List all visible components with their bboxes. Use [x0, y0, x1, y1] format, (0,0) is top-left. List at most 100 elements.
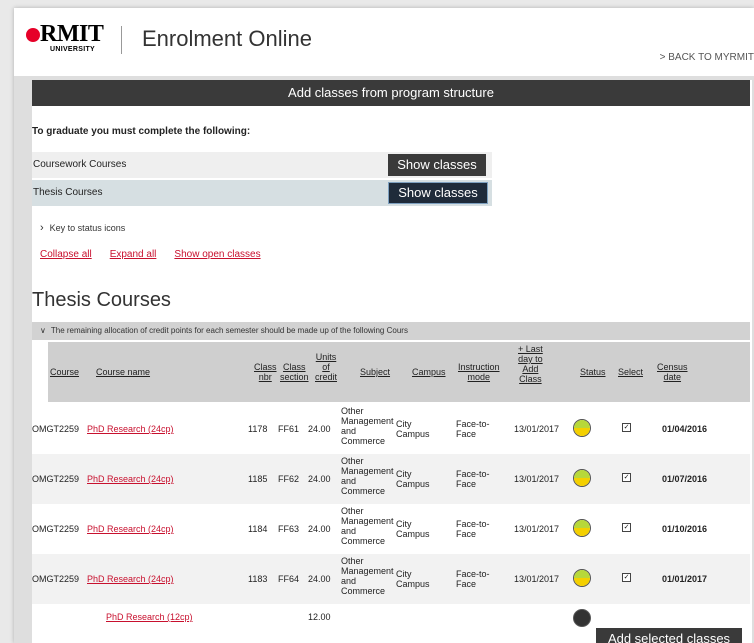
- collapse-all-link[interactable]: Collapse all: [40, 249, 92, 260]
- header-census-date[interactable]: Census date: [657, 362, 688, 382]
- status-open-icon: [573, 519, 591, 537]
- header-last-day[interactable]: + Last day to Add Class: [518, 344, 543, 384]
- header-line: Census: [657, 362, 688, 372]
- mode-line: Face: [456, 429, 477, 439]
- header-course[interactable]: Course: [50, 367, 79, 377]
- select-checkbox[interactable]: ✓: [622, 473, 631, 482]
- link-bar: Collapse all Expand all Show open classes: [40, 249, 279, 260]
- subject-line: Commerce: [341, 586, 386, 596]
- course-code: OMGT2259: [32, 474, 80, 484]
- campus: City Campus: [396, 469, 430, 489]
- course-name-link[interactable]: PhD Research (24cp): [87, 524, 174, 534]
- last-day-to-add: 13/01/2017: [514, 424, 560, 434]
- header-units[interactable]: Units of credit: [315, 352, 337, 382]
- header-class-section[interactable]: Class section: [280, 362, 309, 382]
- campus-line: Campus: [396, 529, 430, 539]
- subject-line: and: [341, 526, 357, 536]
- subject-line: Commerce: [341, 436, 386, 446]
- header-line: Class: [283, 362, 306, 372]
- class-nbr: 1185: [248, 474, 268, 484]
- subject: Other Management and Commerce: [341, 506, 394, 546]
- course-name-link[interactable]: PhD Research (24cp): [87, 574, 174, 584]
- units: 24.00: [308, 474, 331, 484]
- class-section: FF64: [278, 574, 300, 584]
- campus-line: Campus: [396, 429, 430, 439]
- header-instruction-mode[interactable]: Instruction mode: [458, 362, 500, 382]
- mode-line: Face: [456, 579, 477, 589]
- header-select[interactable]: Select: [618, 367, 643, 377]
- subject-line: Commerce: [341, 536, 386, 546]
- key-label: Key to status icons: [49, 223, 126, 233]
- main-content: Add classes from program structure To gr…: [32, 80, 752, 643]
- select-checkbox[interactable]: ✓: [622, 573, 631, 582]
- show-classes-button[interactable]: Show classes: [388, 154, 486, 176]
- logo-text: RMIT: [40, 21, 104, 47]
- class-nbr: 1183: [248, 574, 268, 584]
- header-subject[interactable]: Subject: [360, 367, 390, 377]
- header-line: Units: [315, 352, 337, 362]
- mode-line: Face-to-: [456, 419, 490, 429]
- key-to-status-icons[interactable]: › Key to status icons: [40, 222, 125, 234]
- class-nbr: 1184: [248, 524, 268, 534]
- header-line: Instruction: [458, 362, 500, 372]
- header-line: Add: [522, 364, 539, 374]
- table-row: OMGT2259 PhD Research (24cp) 1178 FF61 2…: [32, 404, 750, 454]
- units: 24.00: [308, 574, 331, 584]
- header-class-nbr[interactable]: Class nbr: [254, 362, 277, 382]
- header-course-name[interactable]: Course name: [96, 367, 150, 377]
- header-line: date: [663, 372, 682, 382]
- campus-line: Campus: [396, 479, 430, 489]
- status-full-icon: [573, 609, 591, 627]
- page-banner: Add classes from program structure: [32, 80, 750, 106]
- status-open-icon: [573, 469, 591, 487]
- campus: City Campus: [396, 569, 430, 589]
- subject: Other Management and Commerce: [341, 406, 394, 446]
- units: 24.00: [308, 424, 331, 434]
- campus-line: Campus: [396, 579, 430, 589]
- allocation-text: The remaining allocation of credit point…: [50, 326, 408, 335]
- subject: Other Management and Commerce: [341, 456, 394, 496]
- table-row: OMGT2259 PhD Research (24cp) 1185 FF62 2…: [32, 454, 750, 504]
- show-open-classes-link[interactable]: Show open classes: [174, 249, 260, 260]
- course-name-link[interactable]: PhD Research (24cp): [87, 474, 174, 484]
- campus-line: City: [396, 519, 412, 529]
- back-to-myrmit-link[interactable]: > BACK TO MYRMIT: [660, 52, 754, 63]
- add-selected-classes-button[interactable]: Add selected classes: [596, 628, 742, 643]
- census-date: 01/07/2016: [662, 474, 708, 484]
- mode-line: Face: [456, 529, 477, 539]
- header-line: of: [322, 362, 330, 372]
- table-row: OMGT2259 PhD Research (24cp) 1183 FF64 2…: [32, 554, 750, 604]
- requirement-coursework: Coursework Courses Show classes: [32, 152, 492, 178]
- expand-all-link[interactable]: Expand all: [110, 249, 157, 260]
- course-name-link[interactable]: PhD Research (24cp): [87, 424, 174, 434]
- header-status[interactable]: Status: [580, 367, 606, 377]
- requirement-label: Coursework Courses: [33, 159, 127, 170]
- section-title: Thesis Courses: [32, 289, 171, 311]
- select-checkbox[interactable]: ✓: [622, 423, 631, 432]
- campus-line: City: [396, 469, 412, 479]
- header-line: + Last: [518, 344, 543, 354]
- select-checkbox[interactable]: ✓: [622, 523, 631, 532]
- course-code: OMGT2259: [32, 424, 80, 434]
- mode-line: Face-to-: [456, 519, 490, 529]
- campus: City Campus: [396, 519, 430, 539]
- chevron-down-icon: ∨: [40, 326, 46, 335]
- header-line: Class: [519, 374, 542, 384]
- course-name-link[interactable]: PhD Research (12cp): [106, 612, 193, 622]
- allocation-bar[interactable]: ∨ The remaining allocation of credit poin…: [32, 322, 750, 340]
- status-open-icon: [573, 569, 591, 587]
- instruction-mode: Face-to- Face: [456, 469, 490, 489]
- class-section: FF62: [278, 474, 300, 484]
- header-line: day to: [518, 354, 543, 364]
- show-classes-button[interactable]: Show classes: [388, 182, 488, 204]
- course-code: OMGT2259: [32, 524, 80, 534]
- class-section: FF63: [278, 524, 300, 534]
- units: 24.00: [308, 524, 331, 534]
- header-line: mode: [467, 372, 491, 382]
- logo-dot-icon: [26, 28, 40, 42]
- mode-line: Face-to-: [456, 569, 490, 579]
- census-date: 01/01/2017: [662, 574, 708, 584]
- header: RMIT UNIVERSITY Enrolment Online > BACK …: [14, 8, 754, 76]
- campus: City Campus: [396, 419, 430, 439]
- header-campus[interactable]: Campus: [412, 367, 446, 377]
